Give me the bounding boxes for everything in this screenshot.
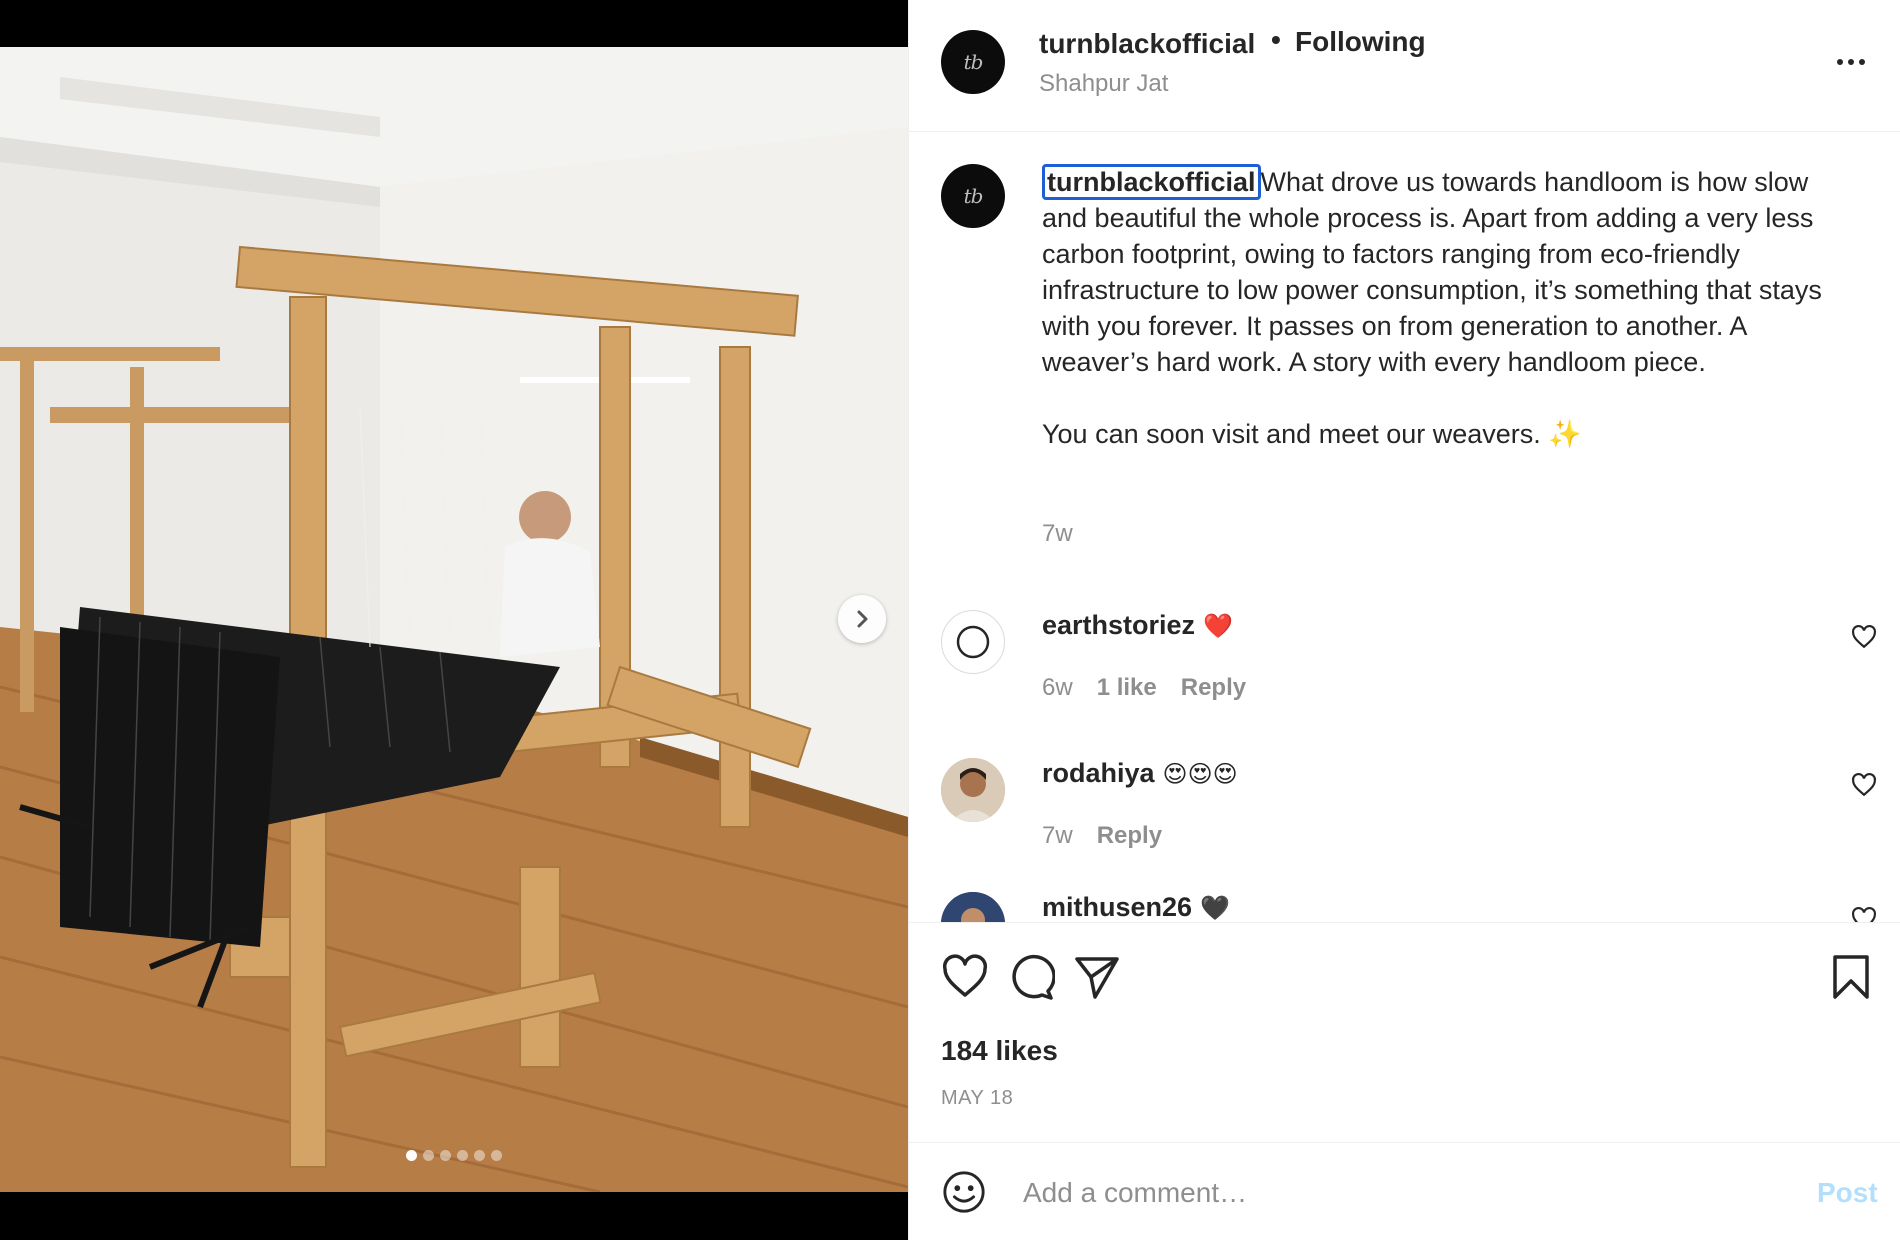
commenter-avatar[interactable] [941,610,1005,674]
comments-section[interactable]: tb turnblackofficial What drove us toward… [909,132,1900,922]
profile-photo [941,892,1005,922]
carousel-dot [457,1150,468,1161]
like-heart-icon[interactable] [941,953,989,1001]
comment-text: 😍😍😍 [1162,761,1238,788]
loom-illustration [0,47,908,1192]
comment-heart-icon[interactable] [1851,906,1877,922]
comment-heart-icon[interactable] [1851,772,1877,798]
comment-username-text[interactable]: rodahiya [1042,758,1155,788]
post-caption: turnblackofficial What drove us towards h… [1042,164,1842,452]
more-options-icon[interactable] [1829,48,1873,76]
following-button[interactable]: Following [1295,26,1426,58]
comment-meta: 6w 1 like Reply [1042,674,1246,702]
reply-button[interactable]: Reply [1097,822,1162,850]
avatar-logo-text: tb [963,50,984,74]
carousel-dot [440,1150,451,1161]
commenter-avatar[interactable] [941,758,1005,822]
comment-text: ❤️ [1203,613,1233,640]
commenter-avatar[interactable] [941,892,1005,922]
carousel-dot [491,1150,502,1161]
post-location[interactable]: Shahpur Jat [1039,70,1168,98]
post-photo-loom[interactable] [0,47,908,1192]
profile-photo [941,758,1005,822]
caption-paragraph-2: You can soon visit and meet our weavers.… [1042,419,1582,449]
carousel-dot [423,1150,434,1161]
comment-meta: 7w Reply [1042,822,1162,850]
circle-avatar-icon [956,625,990,659]
author-username[interactable]: turnblackofficial [1039,28,1255,60]
likes-count[interactable]: 184 likes [941,1035,1058,1067]
caption-timestamp[interactable]: 7w [1042,520,1073,548]
post-media [0,0,908,1240]
post-date[interactable]: MAY 18 [941,1087,1013,1110]
emoji-smiley-icon[interactable] [941,1169,987,1215]
comment-username-text[interactable]: mithusen26 [1042,892,1192,922]
share-send-icon[interactable] [1073,953,1121,1001]
carousel-dot-active [406,1150,417,1161]
comment-text: 🖤 [1200,895,1230,922]
comment-time[interactable]: 7w [1042,822,1073,850]
comment-item: rodahiya 😍😍😍 7w Reply [909,758,1900,898]
reply-button[interactable]: Reply [1181,674,1246,702]
comment-username[interactable]: mithusen26 🖤 [1042,892,1230,922]
comment-heart-icon[interactable] [1851,624,1877,650]
comment-username[interactable]: rodahiya 😍😍😍 [1042,758,1238,789]
comment-bubble-icon[interactable] [1007,953,1055,1001]
avatar-logo-text: tb [963,184,984,208]
chevron-right-icon [857,610,868,628]
caption-author-avatar[interactable]: tb [941,164,1005,228]
save-bookmark-icon[interactable] [1827,953,1875,1001]
post-comment-button[interactable]: Post [1817,1177,1878,1209]
author-avatar[interactable]: tb [941,30,1005,94]
add-comment-bar: Post [909,1142,1900,1240]
comment-likes[interactable]: 1 like [1097,674,1157,702]
comment-username-text[interactable]: earthstoriez [1042,610,1195,640]
caption-author-link[interactable]: turnblackofficial [1042,164,1261,200]
comment-username[interactable]: earthstoriez ❤️ [1042,610,1233,641]
comment-time[interactable]: 6w [1042,674,1073,702]
header-separator: • [1271,24,1281,55]
carousel-dot [474,1150,485,1161]
add-comment-input[interactable] [1021,1167,1725,1219]
comment-item: earthstoriez ❤️ 6w 1 like Reply [909,610,1900,750]
post-details-panel: tb turnblackofficial • Following Shahpur… [908,0,1900,1240]
carousel-indicator [0,1150,908,1161]
post-actions: 184 likes MAY 18 [909,922,1900,1142]
post-header: tb turnblackofficial • Following Shahpur… [909,0,1900,132]
carousel-next-button[interactable] [838,595,886,643]
comment-item: mithusen26 🖤 [909,892,1900,922]
